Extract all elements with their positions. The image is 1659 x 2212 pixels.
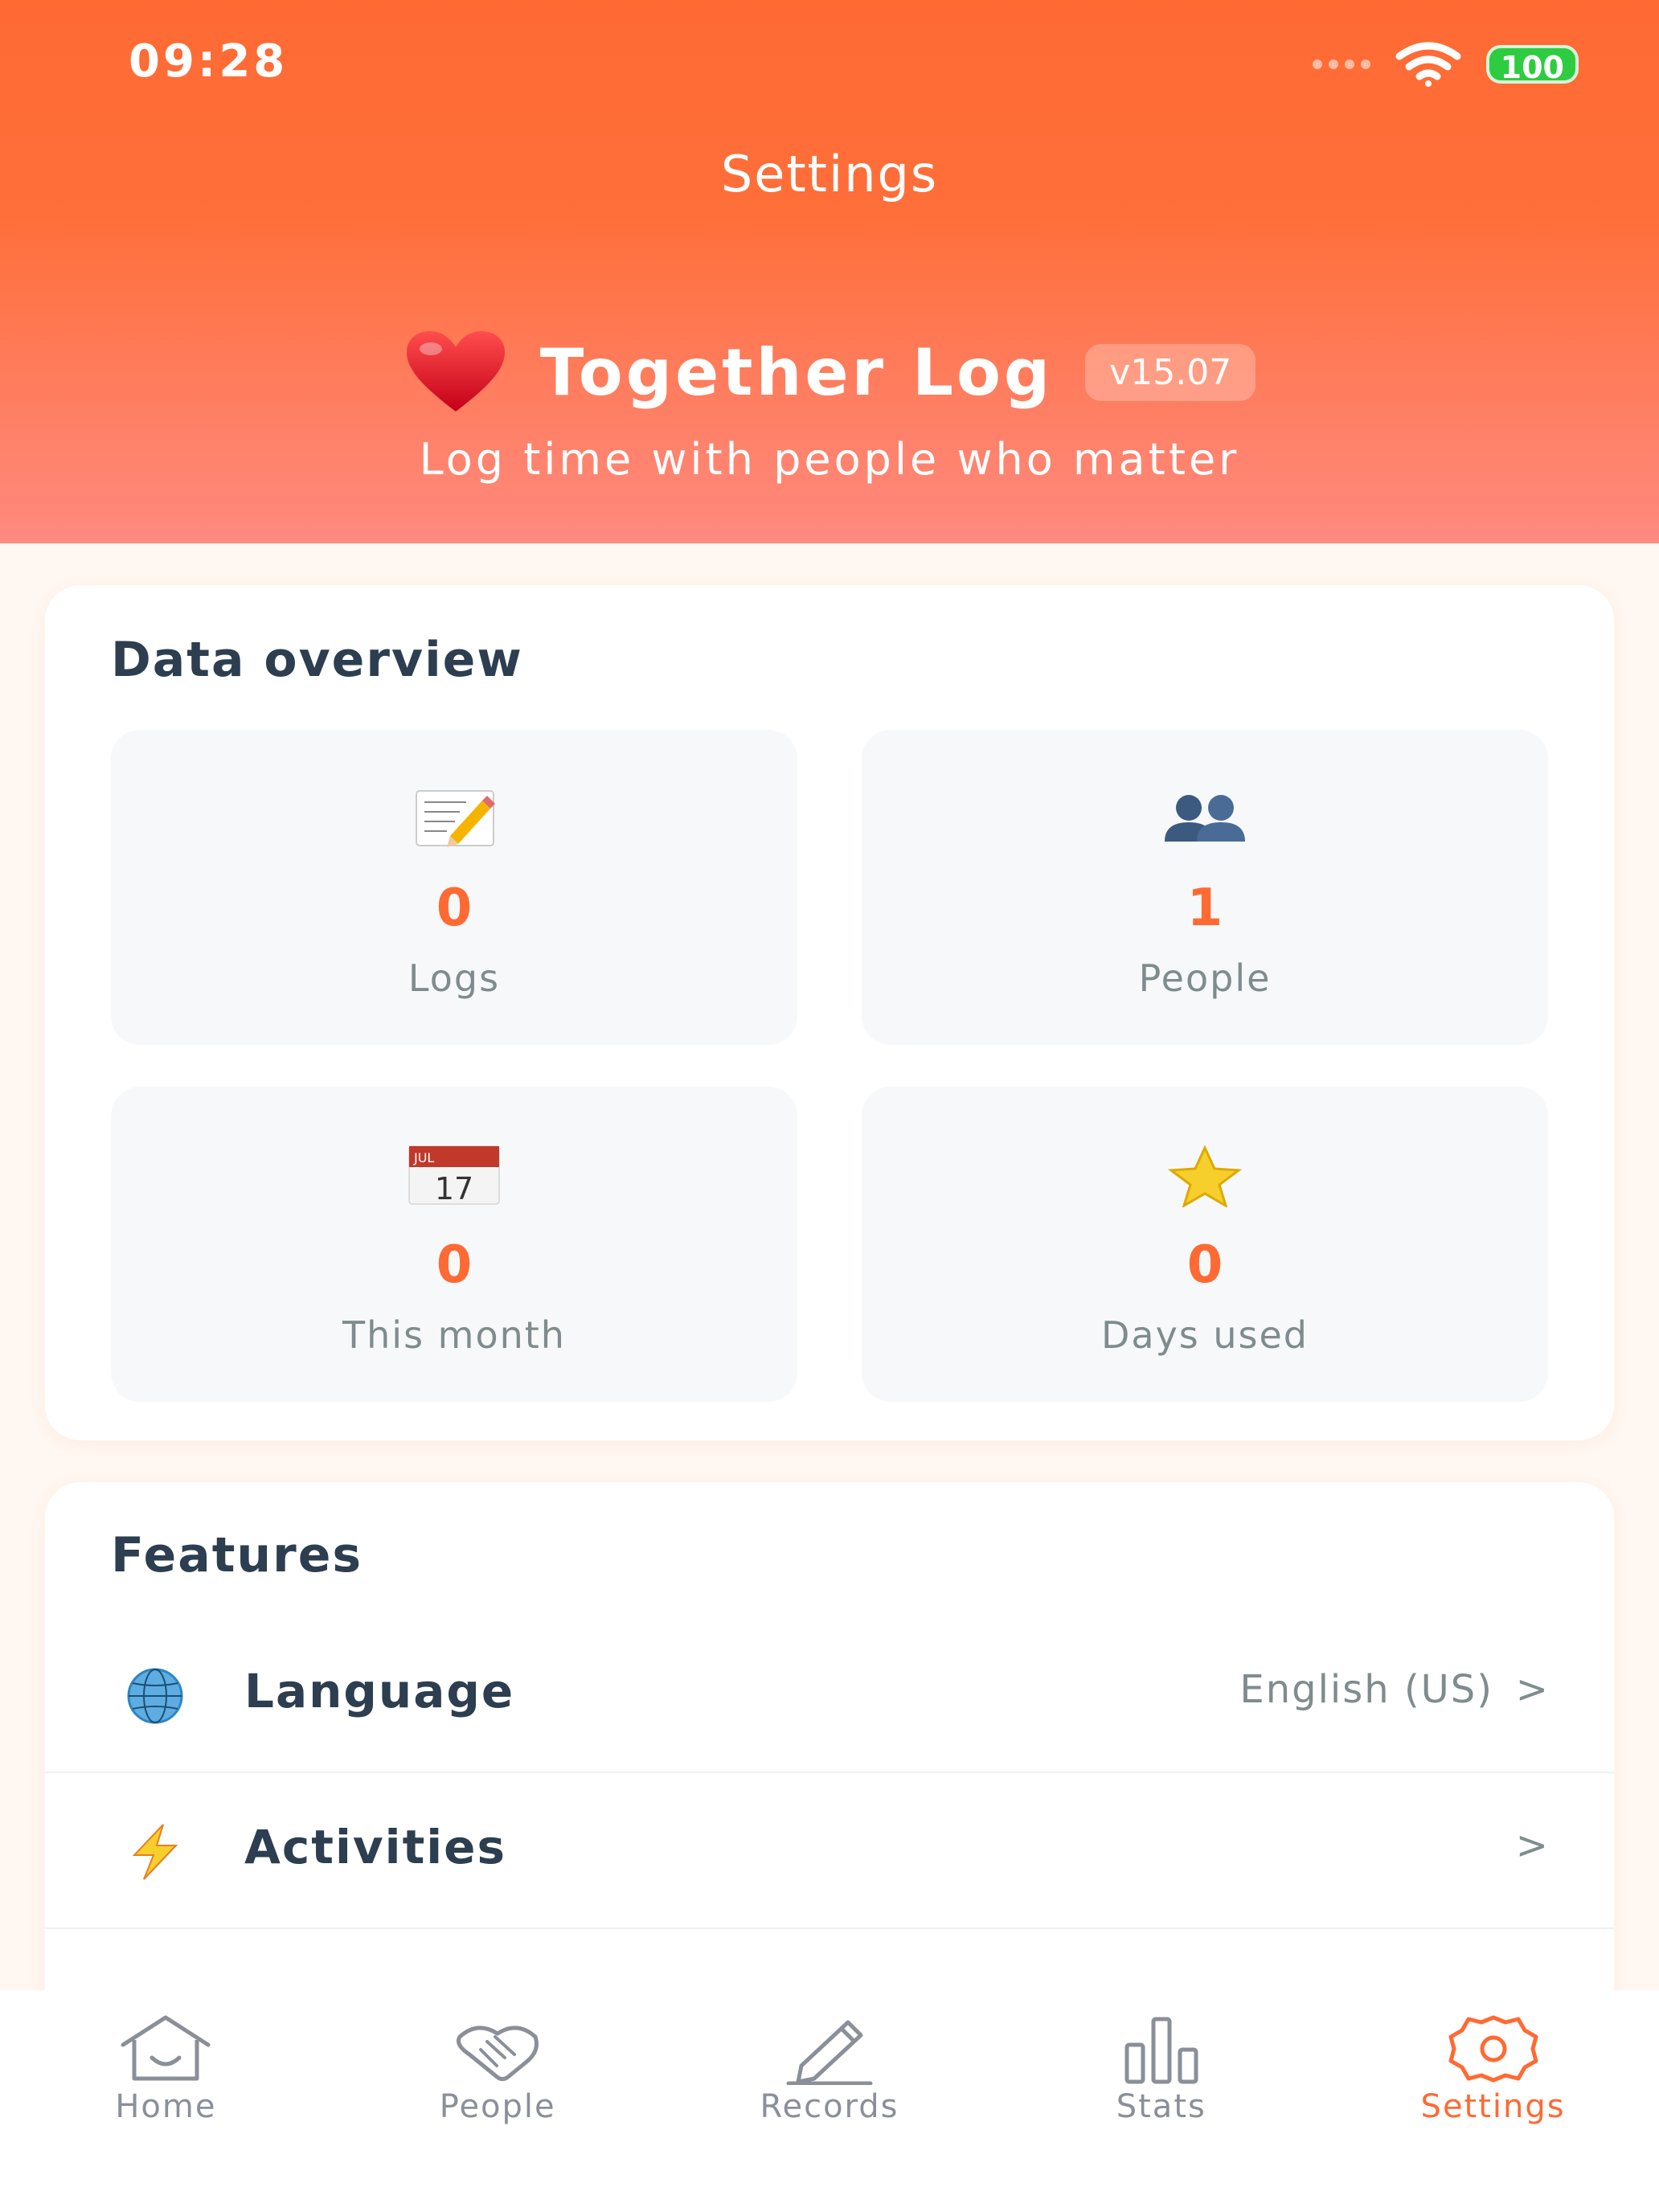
app-brand: Together Log v15.07 (0, 328, 1659, 416)
stat-days-used-label: Days used (1100, 1313, 1309, 1357)
star-icon (862, 1135, 1548, 1215)
tab-home-label: Home (115, 2088, 217, 2125)
handshake-icon (457, 2026, 539, 2082)
stat-people-label: People (1138, 956, 1272, 1000)
tab-bar: Home People Records Stats Settings (0, 1990, 1659, 2212)
heart-icon (406, 331, 505, 412)
status-indicators: 100 (1312, 42, 1579, 87)
calendar-day: 17 (435, 1171, 473, 1206)
memo-icon (111, 778, 797, 858)
feature-label-language: Language (244, 1664, 515, 1718)
page-title: Settings (720, 145, 939, 203)
features-title: Features (111, 1527, 363, 1583)
bar-chart-icon (1124, 2017, 1198, 2084)
pencil-icon (786, 2020, 873, 2085)
stat-people[interactable]: 1 People (862, 730, 1548, 1045)
feature-row-activities[interactable]: Activities > (45, 1773, 1614, 1929)
globe-icon (111, 1665, 199, 1727)
stat-this-month[interactable]: JUL 17 0 This month (111, 1087, 797, 1402)
tab-settings-label: Settings (1420, 2088, 1566, 2125)
stat-days-used[interactable]: 0 Days used (862, 1087, 1548, 1402)
stat-people-value: 1 (1186, 879, 1223, 938)
tab-stats-label: Stats (1116, 2088, 1206, 2125)
data-overview-card: Data overview 0 Logs 1 People JUL 17 0 T… (45, 585, 1614, 1440)
cellular-signal-icon (1312, 59, 1370, 69)
tab-stats[interactable]: Stats (995, 1990, 1327, 2212)
features-card: Features Language English (US) > Activit… (45, 1482, 1614, 2045)
chevron-right-icon: > (1515, 1667, 1548, 1712)
calendar-icon: JUL 17 (111, 1135, 797, 1215)
tab-people[interactable]: People (332, 1990, 664, 2212)
data-overview-title: Data overview (111, 632, 523, 688)
feature-value-language: English (US) (1239, 1667, 1493, 1712)
tab-people-label: People (439, 2088, 556, 2125)
stat-logs-label: Logs (408, 956, 501, 1000)
lightning-icon (111, 1821, 199, 1882)
stat-logs-value: 0 (436, 879, 473, 938)
stat-this-month-label: This month (342, 1313, 566, 1357)
tab-home[interactable]: Home (0, 1990, 332, 2212)
stat-logs[interactable]: 0 Logs (111, 730, 797, 1045)
version-badge: v15.07 (1085, 343, 1256, 401)
gear-icon (1448, 2015, 1538, 2083)
tab-records-label: Records (760, 2088, 899, 2125)
calendar-month: JUL (413, 1150, 434, 1165)
header: 09:28 100 Settings Together Log v15.07 L… (0, 0, 1659, 543)
home-icon (121, 2015, 211, 2081)
chevron-right-icon: > (1515, 1823, 1548, 1868)
feature-row-language[interactable]: Language English (US) > (45, 1617, 1614, 1773)
wifi-icon (1395, 42, 1461, 87)
app-name: Together Log (539, 334, 1054, 410)
tab-records[interactable]: Records (664, 1990, 996, 2212)
status-time: 09:28 (129, 35, 289, 88)
tab-settings[interactable]: Settings (1327, 1990, 1659, 2212)
feature-label-activities: Activities (244, 1820, 507, 1874)
stat-this-month-value: 0 (436, 1235, 473, 1295)
app-tagline: Log time with people who matter (419, 434, 1240, 485)
stat-days-used-value: 0 (1186, 1235, 1223, 1295)
battery-indicator: 100 (1485, 45, 1579, 85)
people-icon (862, 778, 1548, 858)
